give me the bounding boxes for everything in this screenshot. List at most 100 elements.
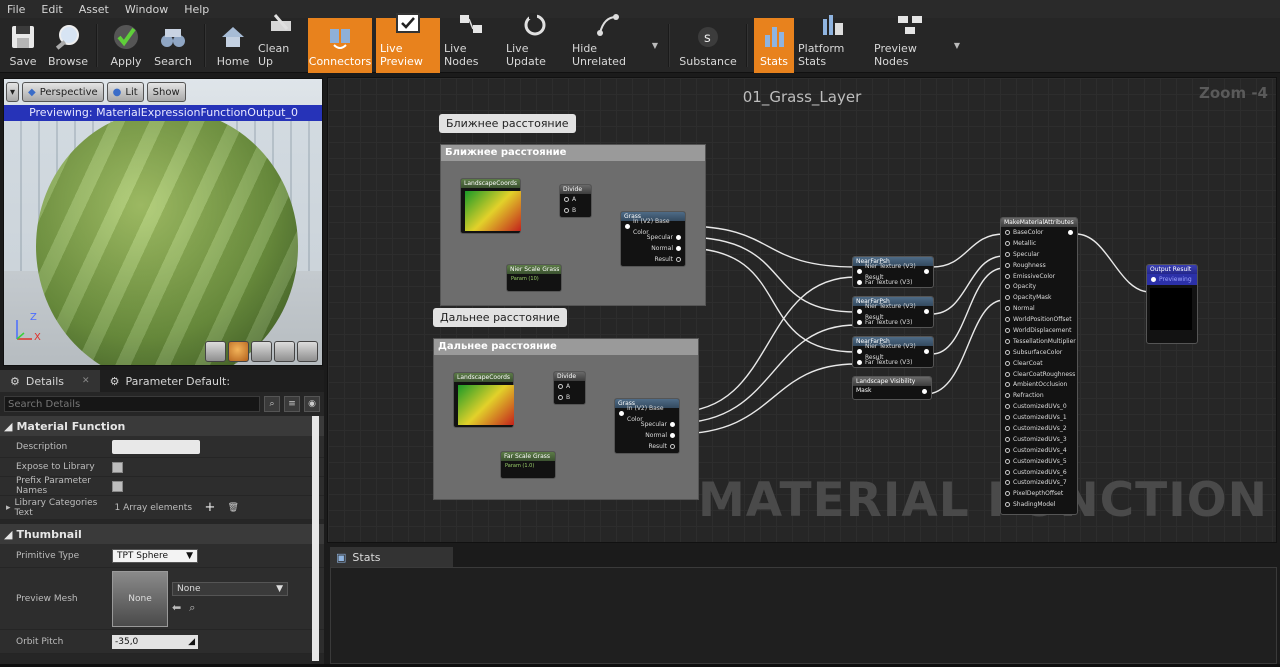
divide-node[interactable]: Divide A B bbox=[553, 371, 586, 405]
attribute-pin[interactable] bbox=[1005, 229, 1010, 235]
attribute-pin-row[interactable]: CustomizedUVs_1 bbox=[1001, 412, 1077, 423]
near-scale-grass-node[interactable]: Nier Scale Grass Param (10) bbox=[506, 264, 562, 292]
trash-icon[interactable]: 🗑 bbox=[227, 503, 238, 513]
connectors-button[interactable]: Connectors bbox=[308, 18, 372, 73]
attribute-pin-row[interactable]: SubsurfaceColor bbox=[1001, 347, 1077, 358]
attribute-pin[interactable] bbox=[1005, 317, 1010, 323]
platform-stats-button[interactable]: Platform Stats bbox=[794, 15, 870, 73]
attribute-pin[interactable] bbox=[1005, 284, 1010, 290]
attribute-pin[interactable] bbox=[1005, 469, 1010, 475]
attribute-pin[interactable] bbox=[1005, 262, 1010, 268]
live-preview-button[interactable]: Live Preview bbox=[376, 13, 440, 73]
attribute-pin[interactable] bbox=[1005, 382, 1010, 388]
attribute-pin-row[interactable]: Roughness bbox=[1001, 260, 1077, 271]
attribute-pin[interactable] bbox=[1005, 295, 1010, 301]
attribute-pin[interactable] bbox=[1005, 458, 1010, 464]
attribute-pin[interactable] bbox=[1005, 360, 1010, 366]
attribute-pin-row[interactable]: ClearCoat bbox=[1001, 358, 1077, 369]
menu-edit[interactable]: Edit bbox=[34, 3, 71, 16]
browse-magnifier-icon[interactable]: ⌕ bbox=[189, 601, 195, 615]
nearfar-node[interactable]: NearFarPsh Nier Texture (V3) Result Far … bbox=[852, 336, 934, 368]
table-view-icon[interactable]: ≡ bbox=[284, 396, 300, 412]
attribute-pin[interactable] bbox=[1005, 436, 1010, 442]
pin-b[interactable] bbox=[564, 208, 569, 213]
menu-asset[interactable]: Asset bbox=[72, 3, 118, 16]
attribute-pin[interactable] bbox=[1005, 273, 1010, 279]
section-thumbnail[interactable]: ◢ Thumbnail bbox=[0, 524, 324, 544]
attribute-output-pin[interactable] bbox=[1068, 229, 1073, 235]
teapot-preview-icon[interactable] bbox=[297, 341, 318, 362]
preview-mesh-thumbnail[interactable]: None bbox=[112, 570, 168, 627]
attribute-pin[interactable] bbox=[1005, 393, 1010, 399]
attribute-pin-row[interactable]: EmissiveColor bbox=[1001, 271, 1077, 282]
browse-button[interactable]: Browse bbox=[46, 18, 90, 73]
preview-viewport[interactable]: ▾ ◆ Perspective ● Lit Show Previewing: Mat… bbox=[3, 78, 323, 366]
attribute-pin-row[interactable]: AmbientOcclusion bbox=[1001, 379, 1077, 390]
menu-help[interactable]: Help bbox=[177, 3, 218, 16]
cylinder-preview-icon[interactable] bbox=[205, 341, 226, 362]
expand-arrow-icon[interactable]: ▸ bbox=[6, 503, 11, 513]
attribute-pin[interactable] bbox=[1005, 502, 1010, 508]
attribute-pin-row[interactable]: Metallic bbox=[1001, 238, 1077, 249]
toolbar-dropdown-arrow[interactable]: ▼ bbox=[950, 18, 964, 73]
attribute-pin-row[interactable]: Opacity bbox=[1001, 281, 1077, 292]
show-button[interactable]: Show bbox=[146, 82, 186, 102]
expose-checkbox[interactable] bbox=[112, 461, 123, 473]
attribute-pin-row[interactable]: CustomizedUVs_0 bbox=[1001, 401, 1077, 412]
menu-file[interactable]: File bbox=[0, 3, 34, 16]
attribute-pin[interactable] bbox=[1005, 349, 1010, 355]
attribute-pin[interactable] bbox=[1005, 425, 1010, 431]
hide-unrelated-button[interactable]: Hide Unrelated bbox=[568, 14, 648, 73]
clean-up-button[interactable]: Clean Up bbox=[254, 14, 308, 73]
eye-icon[interactable]: ◉ bbox=[304, 396, 320, 412]
live-nodes-button[interactable]: Live Nodes bbox=[440, 15, 502, 73]
attribute-pin[interactable] bbox=[1005, 491, 1010, 497]
lit-button[interactable]: ● Lit bbox=[106, 82, 144, 102]
home-button[interactable]: Home bbox=[212, 18, 254, 73]
attribute-pin-row[interactable]: ShadingModel bbox=[1001, 499, 1077, 510]
search-icon[interactable]: ⌕ bbox=[264, 396, 280, 412]
toolbar-dropdown-arrow[interactable]: ▼ bbox=[648, 18, 662, 73]
attribute-pin[interactable] bbox=[1005, 480, 1010, 486]
tab-details[interactable]: ⚙ Details ✕ bbox=[0, 370, 100, 392]
tab-parameter-defaults[interactable]: ⚙ Parameter Default: bbox=[100, 370, 241, 392]
attribute-pin-row[interactable]: CustomizedUVs_4 bbox=[1001, 445, 1077, 456]
attribute-pin-row[interactable]: Specular bbox=[1001, 249, 1077, 260]
nearfar-node[interactable]: NearFarPsh Nier Texture (V3) Result Far … bbox=[852, 256, 934, 288]
attribute-pin-row[interactable]: CustomizedUVs_2 bbox=[1001, 423, 1077, 434]
close-icon[interactable]: ✕ bbox=[82, 376, 90, 386]
sphere-preview-icon[interactable] bbox=[228, 341, 249, 362]
output-result-node[interactable]: Output Result Previewing bbox=[1146, 264, 1198, 344]
cube-preview-icon[interactable] bbox=[274, 341, 295, 362]
attribute-pin-row[interactable]: CustomizedUVs_7 bbox=[1001, 477, 1077, 488]
landscape-coords-node[interactable]: LandscapeCoords bbox=[460, 178, 521, 234]
grass-node[interactable]: Grass In (V2) Base Color Specular Normal… bbox=[620, 211, 686, 267]
details-scrollbar[interactable] bbox=[312, 416, 319, 661]
description-field[interactable] bbox=[112, 439, 200, 454]
preview-nodes-button[interactable]: Preview Nodes bbox=[870, 16, 950, 73]
attribute-pin[interactable] bbox=[1005, 306, 1010, 312]
attribute-pin[interactable] bbox=[1005, 404, 1010, 410]
stats-button[interactable]: Stats bbox=[754, 18, 794, 73]
pin-a[interactable] bbox=[564, 197, 569, 202]
attribute-pin[interactable] bbox=[1005, 251, 1010, 257]
perspective-button[interactable]: ◆ Perspective bbox=[22, 82, 104, 102]
search-button[interactable]: Search bbox=[148, 18, 198, 73]
landscape-coords-node[interactable]: LandscapeCoords bbox=[453, 372, 514, 428]
tab-stats[interactable]: ▣ Stats bbox=[330, 547, 453, 567]
divide-node[interactable]: Divide A B bbox=[559, 184, 592, 218]
attribute-pin-row[interactable]: WorldDisplacement bbox=[1001, 325, 1077, 336]
plane-preview-icon[interactable] bbox=[251, 341, 272, 362]
attribute-pin-row[interactable]: ClearCoatRoughness bbox=[1001, 369, 1077, 380]
apply-button[interactable]: Apply bbox=[104, 18, 148, 73]
use-selected-arrow-icon[interactable]: ⬅ bbox=[172, 601, 181, 615]
attribute-pin[interactable] bbox=[1005, 415, 1010, 421]
attribute-pin-row[interactable]: WorldPositionOffset bbox=[1001, 314, 1077, 325]
grass-node[interactable]: Grass In (V2) Base Color Specular Normal… bbox=[614, 398, 680, 454]
nearfar-node[interactable]: NearFarPsh Nier Texture (V3) Result Far … bbox=[852, 296, 934, 328]
prefix-checkbox[interactable] bbox=[112, 480, 123, 492]
attribute-pin-row[interactable]: CustomizedUVs_5 bbox=[1001, 456, 1077, 467]
attribute-pin-row[interactable]: CustomizedUVs_6 bbox=[1001, 467, 1077, 478]
attribute-pin[interactable] bbox=[1005, 447, 1010, 453]
far-scale-grass-node[interactable]: Far Scale Grass Param (1.0) bbox=[500, 451, 556, 479]
